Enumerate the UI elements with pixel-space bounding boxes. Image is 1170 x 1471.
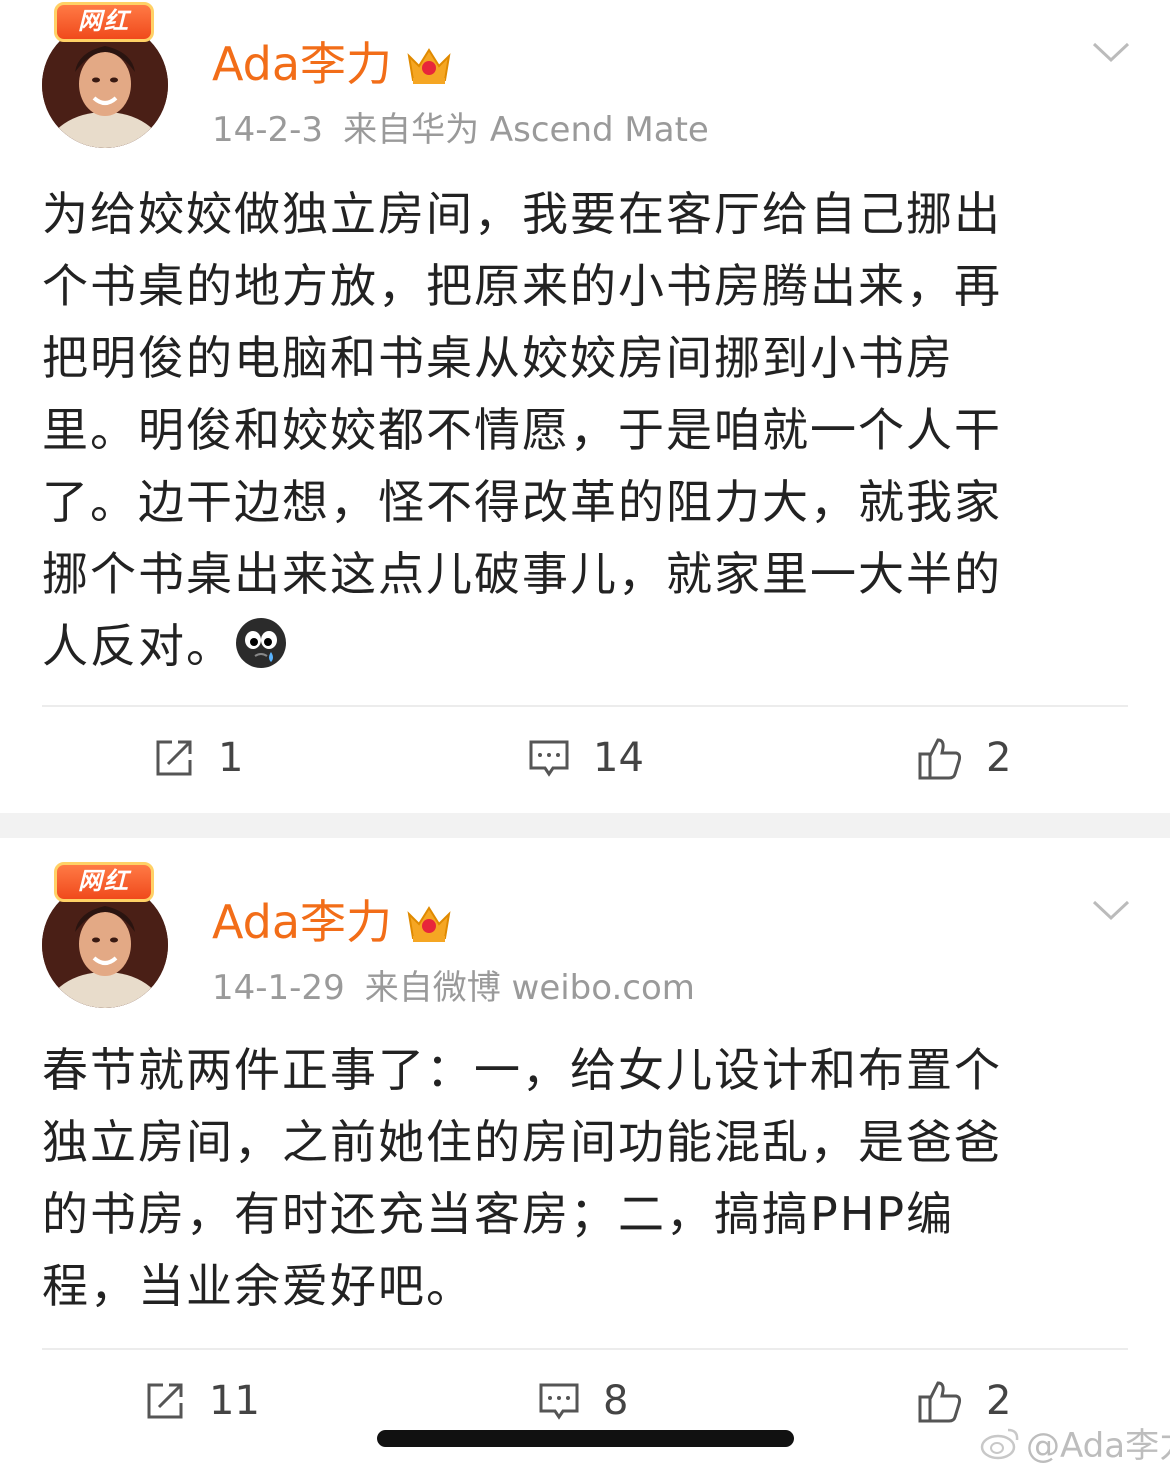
repost-icon: [147, 1383, 183, 1419]
post-meta: 14-1-29 来自微博 weibo.com: [212, 966, 695, 1010]
chevron-down-icon[interactable]: [1090, 896, 1132, 924]
weibo-feed: 网红 Ada李力 14-2-3 来自华为 Ascend Mate 为给姣姣做独立…: [0, 0, 1170, 1471]
post-content: 春节就两件正事了：一，给女儿设计和布置个 独立房间，之前她住的房间功能混乱，是爸…: [42, 1034, 1092, 1322]
content-line-text: 人反对。: [42, 619, 234, 673]
username[interactable]: Ada李力: [212, 36, 392, 92]
feed-separator: [0, 813, 1170, 838]
comment-icon: [539, 1383, 579, 1420]
chevron-down-icon[interactable]: [1090, 38, 1132, 66]
like-count: 2: [986, 735, 1012, 781]
comment-count: 14: [593, 735, 644, 781]
post-content: 为给姣姣做独立房间，我要在客厅给自己挪出 个书桌的地方放，把原来的小书房腾出来，…: [42, 178, 1092, 682]
post-meta: 14-2-3 来自华为 Ascend Mate: [212, 108, 709, 152]
content-line: 把明俊的电脑和书桌从姣姣房间挪到小书房: [42, 331, 954, 385]
comment-icon: [529, 740, 569, 777]
repost-button[interactable]: 11: [143, 1371, 260, 1431]
content-line: 里。明俊和姣姣都不情愿，于是咱就一个人干: [42, 403, 1002, 457]
content-line: 了。边干边想，怪不得改革的阻力大，就我家: [42, 475, 1002, 529]
comment-button[interactable]: 8: [537, 1371, 628, 1431]
divider: [42, 705, 1128, 707]
divider: [42, 1348, 1128, 1350]
wanghong-badge-icon: 网红: [54, 2, 154, 42]
comment-button[interactable]: 14: [527, 728, 644, 788]
content-line-last: 人反对。: [42, 610, 1092, 682]
repost-button[interactable]: 1: [152, 728, 243, 788]
crown-icon: [407, 48, 451, 84]
repost-icon: [156, 740, 192, 776]
content-line: 个书桌的地方放，把原来的小书房腾出来，再: [42, 259, 1002, 313]
thumbs-up-icon: [918, 738, 962, 780]
avatar-wrap[interactable]: 网红: [42, 2, 168, 148]
username[interactable]: Ada李力: [212, 894, 392, 950]
content-line: 程，当业余爱好吧。: [42, 1259, 474, 1313]
post-date: 14-2-3: [212, 110, 324, 150]
content-line: 挪个书桌出来这点儿破事儿，就家里一大半的: [42, 547, 1002, 601]
like-button[interactable]: 2: [916, 728, 1011, 788]
weibo-logo-icon: [980, 1428, 1019, 1459]
crown-icon: [407, 906, 451, 942]
content-line: 的书房，有时还充当客房；二，搞搞PHP编: [42, 1187, 955, 1241]
comment-count: 8: [603, 1378, 629, 1424]
repost-count: 11: [209, 1378, 260, 1424]
weibo-post: 网红 Ada李力 14-1-29 来自微博 weibo.com 春节就两件正事了…: [0, 838, 1170, 1471]
wanghong-badge-icon: 网红: [54, 862, 154, 902]
watermark-text: @Ada李力: [1026, 1426, 1170, 1466]
post-source[interactable]: 来自微博 weibo.com: [365, 968, 695, 1008]
content-line: 独立房间，之前她住的房间功能混乱，是爸爸: [42, 1115, 1002, 1169]
home-indicator[interactable]: [377, 1430, 794, 1447]
repost-count: 1: [218, 735, 244, 781]
avatar-wrap[interactable]: 网红: [42, 862, 168, 1008]
content-line: 为给姣姣做独立房间，我要在客厅给自己挪出: [42, 187, 1002, 241]
content-line: 春节就两件正事了：一，给女儿设计和布置个: [42, 1043, 1002, 1097]
thumbs-up-icon: [918, 1381, 962, 1423]
post-date: 14-1-29: [212, 968, 345, 1008]
watermark: @Ada李力: [980, 1418, 1170, 1467]
post-source[interactable]: 来自华为 Ascend Mate: [343, 110, 709, 150]
crying-emoji-icon: [236, 618, 286, 668]
weibo-post: 网红 Ada李力 14-2-3 来自华为 Ascend Mate 为给姣姣做独立…: [0, 0, 1170, 813]
